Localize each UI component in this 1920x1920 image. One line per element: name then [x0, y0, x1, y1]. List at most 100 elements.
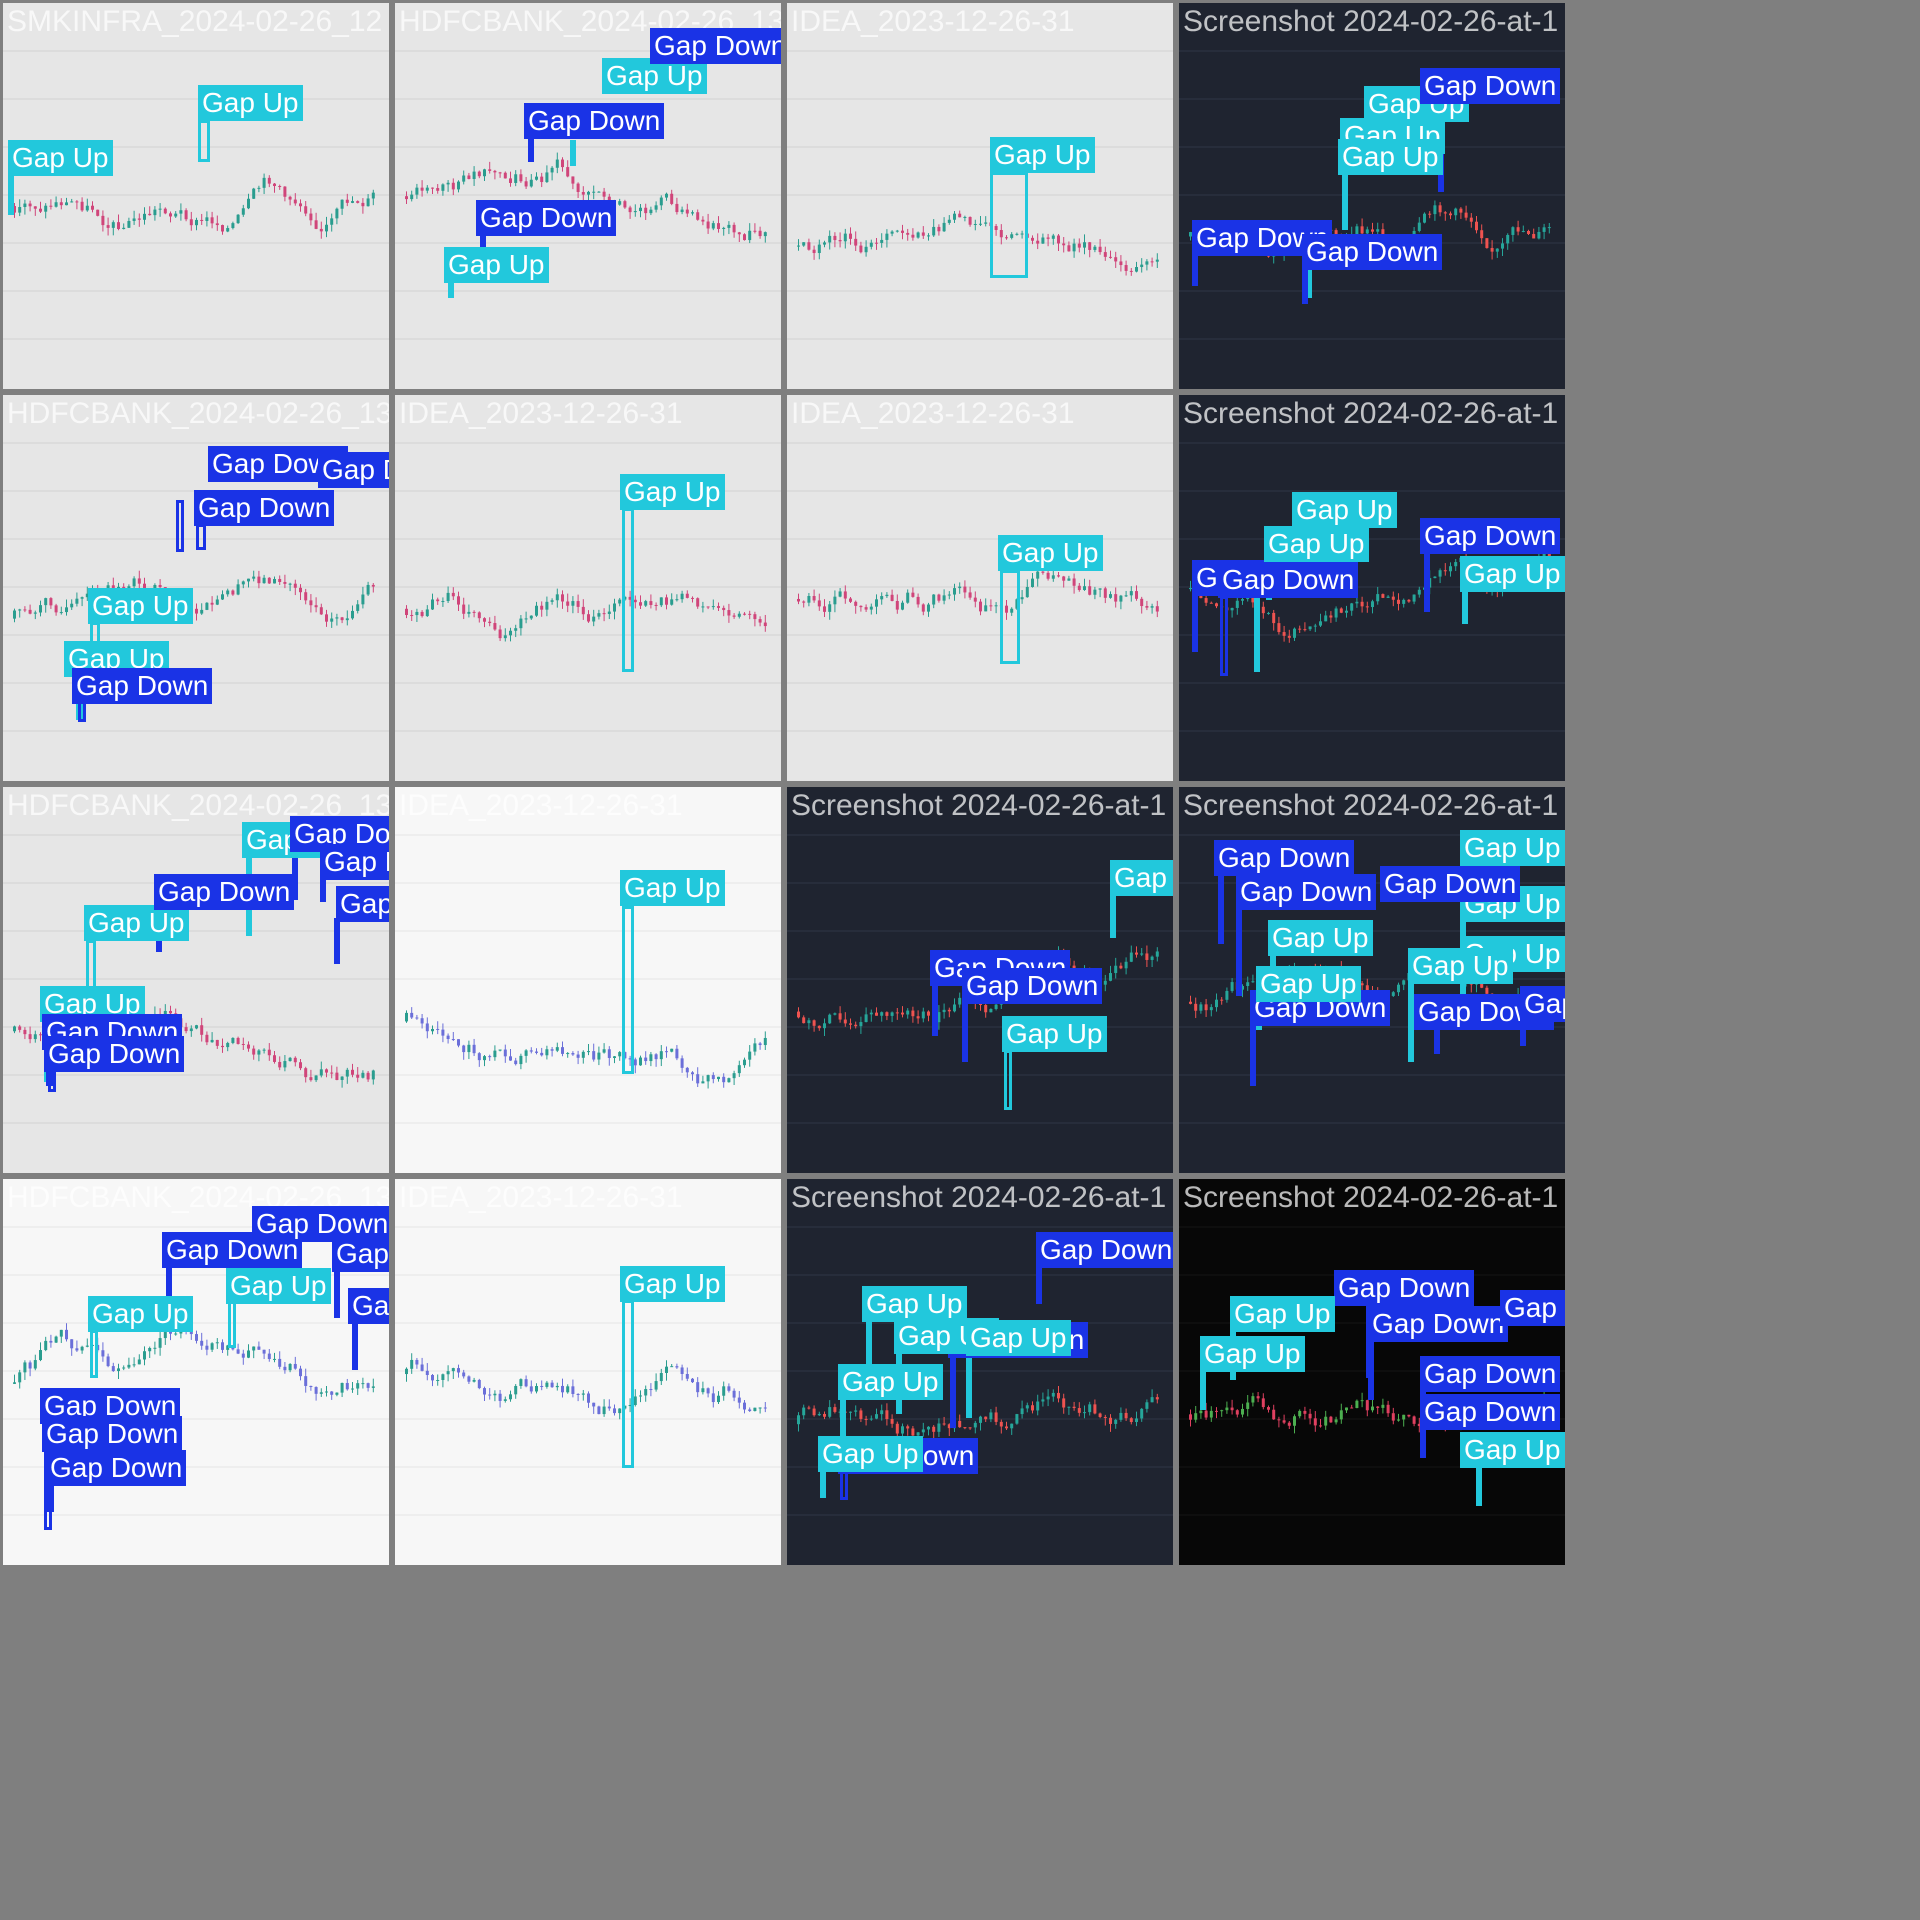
- candle-body: [628, 207, 632, 213]
- candle-body: [85, 1345, 89, 1347]
- candle-body: [1057, 1392, 1060, 1399]
- candle-body: [179, 210, 183, 214]
- candle-body: [1046, 572, 1050, 579]
- candle-body: [1135, 267, 1138, 272]
- candle-body: [979, 223, 982, 225]
- candle-body: [659, 597, 663, 606]
- candle-body: [1051, 1392, 1055, 1397]
- candle-body: [158, 1338, 162, 1348]
- gap-down-label: Gap Down: [320, 844, 389, 880]
- gap-up-box: [966, 1354, 972, 1418]
- gap-down-label: Gap Down: [332, 1236, 389, 1272]
- candle-body: [618, 1408, 622, 1414]
- candle-body: [849, 1023, 852, 1025]
- candle-body: [524, 618, 528, 620]
- candle-body: [927, 235, 930, 237]
- candle-body: [457, 1368, 460, 1373]
- candle-body: [283, 186, 287, 197]
- candle-body: [743, 613, 746, 615]
- candle-body: [1246, 982, 1250, 987]
- gap-up-label: Gap Up: [1200, 1336, 1305, 1372]
- candle-body: [65, 607, 68, 613]
- gap-down-box: [334, 1272, 340, 1318]
- candle-body: [278, 1358, 282, 1367]
- candle-body: [1093, 246, 1097, 250]
- candle-body: [696, 598, 700, 607]
- gap-up-box: [8, 175, 14, 215]
- candle-body: [1088, 242, 1092, 250]
- candle-body: [49, 1340, 53, 1343]
- candle-body: [833, 1407, 837, 1412]
- candle-body: [1365, 1400, 1369, 1411]
- candle-body: [252, 1048, 256, 1055]
- candle-body: [1072, 1406, 1076, 1409]
- candle-body: [28, 1034, 32, 1040]
- candle-body: [973, 223, 977, 225]
- candle-body: [111, 1366, 115, 1372]
- candle-body: [509, 630, 512, 636]
- candle-body: [885, 1410, 889, 1420]
- candle-body: [916, 1432, 920, 1436]
- candle-body: [1339, 1410, 1343, 1420]
- candle-body: [231, 223, 235, 229]
- candle-body: [415, 611, 419, 616]
- candle-body: [535, 1051, 538, 1053]
- candle-body: [335, 1392, 339, 1395]
- candle-body: [1150, 1397, 1154, 1403]
- candle-body: [236, 214, 240, 224]
- gap-down-box: [352, 1320, 358, 1370]
- candle-body: [65, 1329, 68, 1340]
- candle-body: [802, 1407, 806, 1416]
- candle-body: [701, 1388, 705, 1393]
- candle-body: [441, 1374, 445, 1380]
- candle-body: [519, 1379, 523, 1386]
- candlestick-chart-image: [395, 1226, 781, 1516]
- candle-body: [592, 1051, 596, 1060]
- candle-body: [717, 1076, 720, 1080]
- candle-body: [283, 1061, 287, 1068]
- candle-body: [1194, 1413, 1198, 1420]
- gap-down-box: [48, 1070, 56, 1092]
- gap-up-label: Gap Up: [1408, 948, 1513, 984]
- candle-body: [1324, 615, 1328, 622]
- candle-body: [1397, 984, 1400, 993]
- candle-body: [1150, 956, 1154, 960]
- candle-body: [467, 1044, 471, 1053]
- gap-down-box: [840, 1470, 848, 1500]
- candle-body: [1204, 1004, 1208, 1011]
- candle-body: [503, 172, 507, 179]
- candle-body: [1150, 261, 1154, 263]
- candlestick-chart-image: [395, 834, 781, 1124]
- mosaic-tile: HDFCBANK_2024-02-26_13Gap UpGap UpGap Do…: [3, 787, 389, 1173]
- candle-body: [540, 1052, 544, 1056]
- candle-body: [1423, 213, 1426, 223]
- candle-body: [366, 584, 370, 595]
- candle-body: [503, 635, 507, 639]
- candle-body: [127, 220, 131, 228]
- candle-body: [247, 198, 250, 209]
- candle-body: [979, 1416, 982, 1423]
- candle-body: [345, 199, 349, 203]
- candle-body: [732, 615, 736, 617]
- gap-up-label: Gap Up: [1460, 1432, 1565, 1468]
- candle-body: [122, 1367, 126, 1369]
- candle-body: [1241, 599, 1244, 601]
- candle-body: [823, 242, 826, 245]
- candle-body: [309, 213, 313, 221]
- candle-body: [44, 1340, 48, 1351]
- candle-body: [823, 606, 826, 612]
- candle-body: [13, 610, 16, 619]
- candle-body: [958, 213, 962, 218]
- candle-body: [96, 209, 100, 216]
- candle-body: [241, 1353, 245, 1358]
- candle-body: [1438, 205, 1442, 213]
- candle-body: [932, 226, 936, 236]
- candle-body: [1334, 608, 1338, 618]
- candle-body: [748, 230, 752, 241]
- candle-body: [1521, 230, 1525, 232]
- candle-body: [1272, 1409, 1276, 1420]
- candle-body: [1433, 205, 1437, 215]
- candle-body: [916, 596, 920, 605]
- candle-body: [371, 584, 375, 587]
- candle-body: [283, 1366, 287, 1371]
